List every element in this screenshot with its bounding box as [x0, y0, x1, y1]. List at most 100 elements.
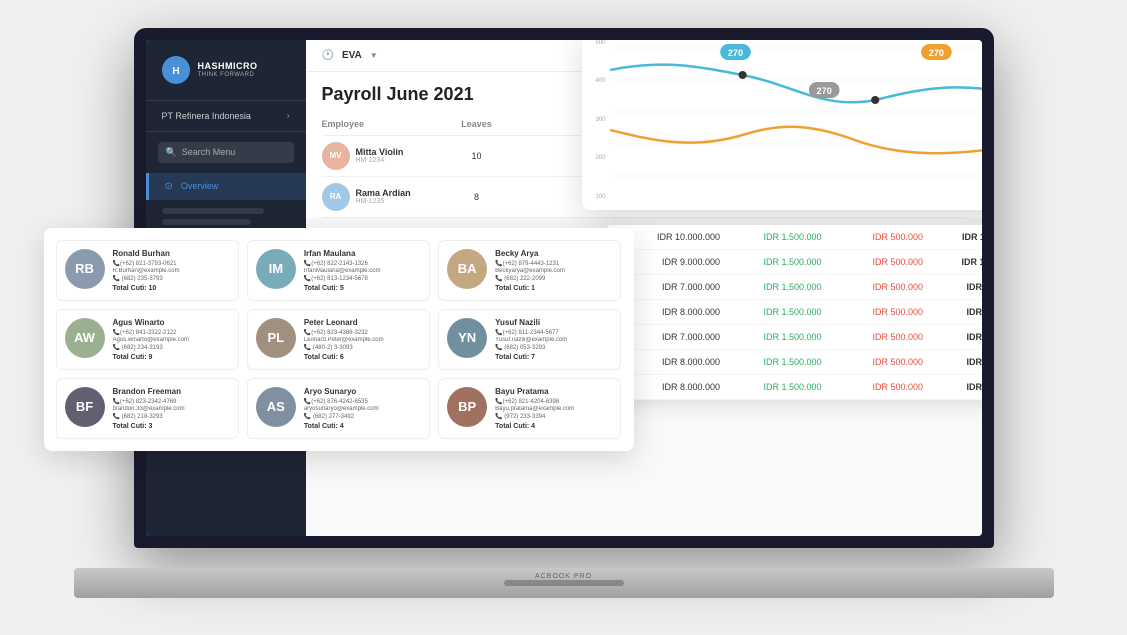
sidebar-item-overview[interactable]: ⊙ Overview: [146, 173, 306, 200]
clock-icon: 🕐: [322, 50, 334, 61]
emp-card-email-irfan: IrfanMaulana@example.com: [304, 268, 421, 274]
emp-card-phone3-agus: 📞 (682) 234-3193: [113, 344, 230, 351]
emp-card-cuti-aryo: Total Cuti: 4: [304, 423, 421, 430]
emp-card-aryo: AS Aryo Sunaryo 📞(+62) 876-4242-6535 ary…: [247, 378, 430, 439]
search-box[interactable]: 🔍 Search Menu: [158, 142, 294, 163]
emp-card-phone3-ronald: 📞 (682) 235-3793: [113, 275, 230, 282]
employee-info-1: MV Mitta Violin HM-1234: [322, 142, 452, 170]
emp-card-phone3-peter: 📞 (480-2) 3-3093: [304, 344, 421, 351]
salary-col-bonus: IDR 1.500.000: [720, 232, 822, 242]
emp-card-cuti-brandon: Total Cuti: 3: [113, 423, 230, 430]
search-icon: 🔍: [166, 147, 177, 158]
overlay-row: IDR 9.000.000 IDR 1.500.000 IDR 500.000 …: [607, 250, 982, 275]
emp-card-name-yusuf: Yusuf Nazili: [495, 318, 612, 327]
emp-card-info-aryo: Aryo Sunaryo 📞(+62) 876-4242-6535 aryosu…: [304, 387, 421, 430]
emp-card-name-ronald: Ronald Burhan: [113, 249, 230, 258]
emp-avatar-aryo: AS: [256, 387, 296, 427]
emp-avatar-becky: BA: [447, 249, 487, 289]
svg-text:270: 270: [928, 48, 943, 58]
avatar-1: MV: [322, 142, 350, 170]
y-label-200: 200: [595, 155, 605, 161]
col-leaves-header: Leaves: [452, 119, 502, 129]
emp-card-info-irfan: Irfan Maulana 📞(+62) 822-2143-1326 Irfan…: [304, 249, 421, 292]
overlay-row: IDR 8.000.000 IDR 1.500.000 IDR 500.000 …: [607, 300, 982, 325]
emp-name-1: Mitta Violin: [356, 147, 404, 157]
employee-info-2: RA Rama Ardian HM-1235: [322, 183, 452, 211]
brand-name: HASHMICRO: [198, 61, 258, 72]
sidebar-logo: H HASHMICRO THINK FORWARD: [146, 56, 306, 101]
search-placeholder: Search Menu: [182, 147, 236, 157]
emp-card-phone1-yusuf: 📞(+62) 811-2344-5677: [495, 329, 612, 336]
topbar-eva-label: EVA: [342, 50, 362, 61]
emp-card-email-ronald: R.Burhan@example.com: [113, 268, 230, 274]
chart-svg: 270 270 270 400: [610, 40, 982, 200]
emp-avatar-brandon: BF: [65, 387, 105, 427]
emp-card-phone1-agus: 📞(+62) 841-2322-2122: [113, 329, 230, 336]
emp-leaves-2: 8: [452, 192, 502, 202]
nav-line-1: [162, 208, 264, 214]
emp-card-yusuf: YN Yusuf Nazili 📞(+62) 811-2344-5677 Yus…: [438, 309, 621, 370]
emp-card-phone3-irfan: 📞(+62) 813-1234-5678: [304, 275, 421, 282]
overlay-row: IDR 8.000.000 IDR 1.500.000 IDR 500.000 …: [607, 350, 982, 375]
emp-card-phone1-irfan: 📞(+62) 822-2143-1326: [304, 260, 421, 267]
emp-leaves-1: 10: [452, 151, 502, 161]
emp-card-cuti-ronald: Total Cuti: 10: [113, 285, 230, 292]
emp-card-bayu: BP Bayu Pratama 📞(+62) 821-4204-6398 Bay…: [438, 378, 621, 439]
emp-card-info-becky: Becky Arya 📞(+62) 879-4443-1231 Beckyary…: [495, 249, 612, 292]
emp-card-email-brandon: brandon.33@example.com: [113, 406, 230, 412]
emp-card-cuti-agus: Total Cuti: 9: [113, 354, 230, 361]
emp-avatar-yusuf: YN: [447, 318, 487, 358]
emp-card-phone3-brandon: 📞 (682) 218-3293: [113, 413, 230, 420]
overlay-row-header: IDR 10.000.000 IDR 1.500.000 IDR 500.000…: [607, 225, 982, 250]
emp-card-becky: BA Becky Arya 📞(+62) 879-4443-1231 Becky…: [438, 240, 621, 301]
emp-id-2: HM-1235: [356, 198, 411, 205]
emp-card-cuti-bayu: Total Cuti: 4: [495, 423, 612, 430]
y-label-100: 100: [595, 194, 605, 200]
laptop-notch: [504, 580, 624, 586]
emp-card-info-bayu: Bayu Pratama 📞(+62) 821-4204-6398 Bayu.p…: [495, 387, 612, 430]
emp-card-phone1-peter: 📞(+62) 823-4366-3232: [304, 329, 421, 336]
emp-card-phone1-bayu: 📞(+62) 821-4204-6398: [495, 398, 612, 405]
overview-icon: ⊙: [165, 181, 173, 192]
sidebar-item-label: Overview: [181, 181, 219, 191]
emp-card-email-bayu: Bayu.pratama@example.com: [495, 406, 612, 412]
emp-avatar-agus: AW: [65, 318, 105, 358]
emp-card-name-brandon: Brandon Freeman: [113, 387, 230, 396]
topbar-chevron-icon: ▼: [370, 51, 378, 60]
svg-text:270: 270: [816, 86, 831, 96]
emp-card-cuti-yusuf: Total Cuti: 7: [495, 354, 612, 361]
emp-card-info-brandon: Brandon Freeman 📞(+62) 823-2342-4769 bra…: [113, 387, 230, 430]
emp-card-peter: PL Peter Leonard 📞(+62) 823-4366-3232 Le…: [247, 309, 430, 370]
emp-card-info-yusuf: Yusuf Nazili 📞(+62) 811-2344-5677 Yusuf.…: [495, 318, 612, 361]
salary-table-overlay: IDR 10.000.000 IDR 1.500.000 IDR 500.000…: [607, 225, 982, 400]
brand-tagline: THINK FORWARD: [198, 72, 258, 78]
emp-id-1: HM-1234: [356, 157, 404, 164]
emp-card-info-agus: Agus Winarto 📞(+62) 841-2322-2122 Agus.w…: [113, 318, 230, 361]
y-label-300: 300: [595, 117, 605, 123]
emp-card-email-becky: Beckyarya@example.com: [495, 268, 612, 274]
overlay-row: IDR 8.000.000 IDR 1.500.000 IDR 500.000 …: [607, 375, 982, 400]
emp-card-name-peter: Peter Leonard: [304, 318, 421, 327]
logo-icon: H: [162, 56, 190, 84]
emp-card-agus: AW Agus Winarto 📞(+62) 841-2322-2122 Agu…: [56, 309, 239, 370]
company-arrow-icon: ›: [287, 111, 290, 120]
emp-avatar-bayu: BP: [447, 387, 487, 427]
emp-card-brandon: BF Brandon Freeman 📞(+62) 823-2342-4769 …: [56, 378, 239, 439]
chart-overlay: 500 400 300 200 100: [582, 40, 982, 210]
y-label-400: 400: [595, 78, 605, 84]
emp-card-email-yusuf: Yusuf.nazili@example.com: [495, 337, 612, 343]
company-name[interactable]: PT Refinera Indonesia ›: [146, 101, 306, 132]
emp-card-email-aryo: aryosunaryo@example.com: [304, 406, 421, 412]
macbook-label-text: acbook Pro: [535, 573, 592, 580]
emp-card-irfan: IM Irfan Maulana 📞(+62) 822-2143-1326 Ir…: [247, 240, 430, 301]
salary-col-base: IDR 10.000.000: [619, 232, 721, 242]
emp-card-ronald: RB Ronald Burhan 📞(+62) 821-3793-0621 R.…: [56, 240, 239, 301]
overlay-row: IDR 7.000.000 IDR 1.500.000 IDR 500.000 …: [607, 275, 982, 300]
emp-avatar-irfan: IM: [256, 249, 296, 289]
svg-text:270: 270: [727, 48, 742, 58]
emp-name-2: Rama Ardian: [356, 188, 411, 198]
overlay-row: IDR 7.000.000 IDR 1.500.000 IDR 500.000 …: [607, 325, 982, 350]
emp-card-info-peter: Peter Leonard 📞(+62) 823-4366-3232 Leona…: [304, 318, 421, 361]
emp-avatar-peter: PL: [256, 318, 296, 358]
emp-card-info-ronald: Ronald Burhan 📞(+62) 821-3793-0621 R.Bur…: [113, 249, 230, 292]
